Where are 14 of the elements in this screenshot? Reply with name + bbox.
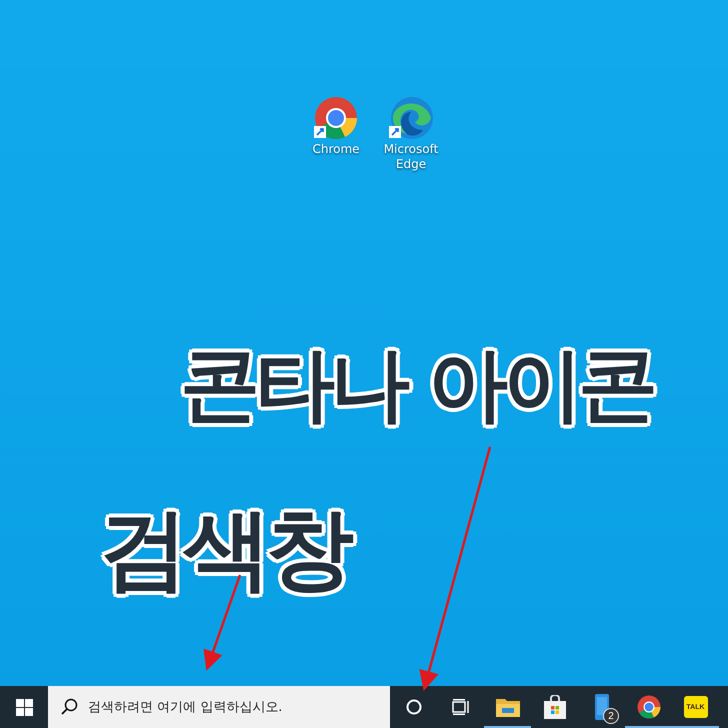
circle-icon (406, 699, 422, 715)
chrome-icon (636, 695, 660, 719)
folder-icon (496, 697, 520, 717)
annotation-text: 콘타나 아이콘 (180, 345, 653, 425)
taskbar-app[interactable]: 2 (578, 686, 625, 728)
windows-logo-icon (16, 698, 32, 716)
search-field[interactable]: 검색하려면 여기에 입력하십시오. (48, 686, 390, 728)
search-icon (61, 698, 78, 715)
shopping-bag-icon (544, 695, 566, 719)
edge-icon (389, 96, 433, 140)
task-view-icon (452, 699, 470, 715)
phone-icon (594, 694, 608, 720)
notification-badge: 2 (603, 708, 619, 724)
chrome-icon (314, 96, 358, 140)
